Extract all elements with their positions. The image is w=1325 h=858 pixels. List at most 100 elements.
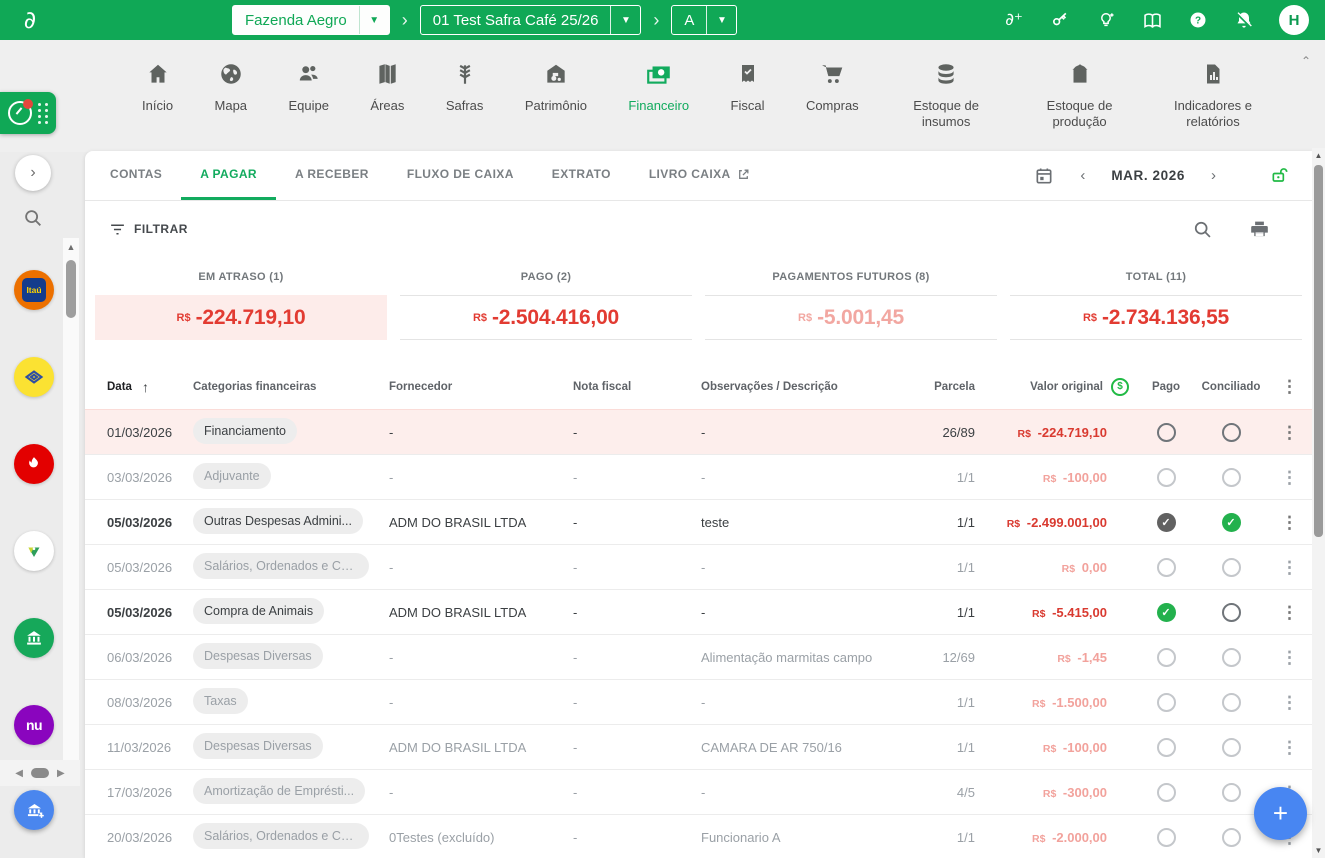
paid-toggle[interactable] <box>1156 782 1176 802</box>
nav-item-compras[interactable]: Compras <box>806 56 859 129</box>
table-row[interactable]: 05/03/2026 Outras Despesas Admini... ADM… <box>85 499 1312 544</box>
header-categorias[interactable]: Categorias financeiras <box>193 381 389 393</box>
nav-item-patrimonio[interactable]: Patrimônio <box>525 56 587 129</box>
header-fornecedor[interactable]: Fornecedor <box>389 381 573 393</box>
season-selector[interactable]: 01 Test Safra Café 25/26 ▼ <box>419 5 642 35</box>
row-kebab-icon[interactable]: ⋮ <box>1267 604 1312 621</box>
banco-do-brasil-icon[interactable] <box>14 357 54 397</box>
filter-button[interactable]: FILTRAR <box>109 221 188 238</box>
header-parcela[interactable]: Parcela <box>923 381 987 393</box>
category-chip[interactable]: Outras Despesas Admini... <box>193 507 363 534</box>
rail-search-icon[interactable] <box>22 207 44 229</box>
paid-toggle[interactable]: ✓ <box>1156 512 1176 532</box>
nav-item-financeiro[interactable]: Financeiro <box>628 56 689 129</box>
paid-toggle[interactable] <box>1156 422 1176 442</box>
table-row[interactable]: 01/03/2026 Financiamento - - - 26/89 R$ … <box>85 409 1312 454</box>
header-kebab-icon[interactable]: ⋮ <box>1267 378 1312 395</box>
avatar[interactable]: H <box>1279 5 1309 35</box>
season-caret-icon[interactable]: ▼ <box>610 6 640 34</box>
rail-expand-button[interactable]: › <box>15 155 51 191</box>
scroll-up-icon[interactable]: ▲ <box>1312 151 1325 160</box>
paid-toggle[interactable] <box>1156 827 1176 847</box>
reconciled-toggle[interactable] <box>1221 557 1241 577</box>
rail-scrollbar[interactable]: ▲ ▼ <box>63 238 79 786</box>
tab-extrato[interactable]: EXTRATO <box>533 151 630 200</box>
nubank-icon[interactable]: nu <box>14 705 54 745</box>
reconciled-toggle[interactable] <box>1221 602 1241 622</box>
nav-item-mapa[interactable]: Mapa <box>215 56 247 129</box>
unlock-period-icon[interactable] <box>1270 166 1290 186</box>
nav-item-estoque-insumos[interactable]: Estoque de insumos <box>900 56 992 129</box>
row-kebab-icon[interactable]: ⋮ <box>1267 469 1312 486</box>
itau-bank-icon[interactable]: Itaú <box>14 270 54 310</box>
reconciled-toggle[interactable] <box>1221 422 1241 442</box>
calendar-icon[interactable] <box>1034 166 1054 186</box>
table-row[interactable]: 20/03/2026 Salários, Ordenados e Co... 0… <box>85 814 1312 858</box>
table-row[interactable]: 08/03/2026 Taxas - - - 1/1 R$ -1.500,00 … <box>85 679 1312 724</box>
farm-caret-icon[interactable]: ▼ <box>358 6 389 34</box>
table-row[interactable]: 03/03/2026 Adjuvante - - - 1/1 R$ -100,0… <box>85 454 1312 499</box>
idea-bulb-icon[interactable] <box>1095 9 1117 31</box>
header-nota-fiscal[interactable]: Nota fiscal <box>573 381 701 393</box>
sort-asc-icon[interactable]: ↑ <box>142 379 149 395</box>
scroll-right-icon[interactable]: ▶ <box>57 768 65 779</box>
rail-horizontal-scrollbar[interactable]: ◀ ▶ <box>0 760 80 786</box>
row-kebab-icon[interactable]: ⋮ <box>1267 649 1312 666</box>
main-scroll-thumb[interactable] <box>1314 165 1323 537</box>
santander-bank-icon[interactable] <box>14 444 54 484</box>
row-kebab-icon[interactable]: ⋮ <box>1267 514 1312 531</box>
tab-livro-caixa[interactable]: LIVRO CAIXA <box>630 151 769 200</box>
tab-a-pagar[interactable]: A PAGAR <box>181 151 276 200</box>
paid-toggle[interactable] <box>1156 467 1176 487</box>
table-row[interactable]: 17/03/2026 Amortização de Emprésti... - … <box>85 769 1312 814</box>
row-kebab-icon[interactable]: ⋮ <box>1267 739 1312 756</box>
paid-toggle[interactable] <box>1156 737 1176 757</box>
row-kebab-icon[interactable]: ⋮ <box>1267 694 1312 711</box>
nav-item-equipe[interactable]: Equipe <box>288 56 329 129</box>
scroll-left-icon[interactable]: ◀ <box>15 768 23 779</box>
referral-aegro-plus-icon[interactable]: ∂⁺ <box>1003 9 1025 31</box>
help-icon[interactable]: ? <box>1187 9 1209 31</box>
print-icon[interactable] <box>1249 219 1270 240</box>
category-chip[interactable]: Financiamento <box>193 417 297 444</box>
bank-add-icon[interactable] <box>14 790 54 830</box>
category-chip[interactable]: Despesas Diversas <box>193 732 323 759</box>
category-chip[interactable]: Amortização de Emprésti... <box>193 777 366 804</box>
reconciled-toggle[interactable] <box>1221 827 1241 847</box>
scroll-down-icon[interactable]: ▼ <box>1312 846 1325 855</box>
header-valor-original[interactable]: Valor original $ <box>987 377 1137 396</box>
search-icon[interactable] <box>1192 219 1213 240</box>
add-entry-fab[interactable]: + <box>1254 787 1307 840</box>
paid-toggle[interactable] <box>1156 557 1176 577</box>
reconciled-toggle[interactable] <box>1221 737 1241 757</box>
extension-widget[interactable] <box>0 92 56 134</box>
row-kebab-icon[interactable]: ⋮ <box>1267 424 1312 441</box>
tab-fluxo-de-caixa[interactable]: FLUXO DE CAIXA <box>388 151 533 200</box>
reconciled-toggle[interactable]: ✓ <box>1221 512 1241 532</box>
row-kebab-icon[interactable]: ⋮ <box>1267 559 1312 576</box>
summary-pagamentos-futuros[interactable]: PAGAMENTOS FUTUROS (8) R$ -5.001,45 <box>705 271 997 340</box>
summary-total[interactable]: TOTAL (11) R$ -2.734.136,55 <box>1010 271 1302 340</box>
field-selector[interactable]: A ▼ <box>671 5 738 35</box>
nav-item-inicio[interactable]: Início <box>142 56 173 129</box>
nav-item-estoque-producao[interactable]: Estoque de produção <box>1034 56 1126 129</box>
header-pago[interactable]: Pago <box>1137 381 1195 393</box>
category-chip[interactable]: Compra de Animais <box>193 597 325 624</box>
nav-item-areas[interactable]: Áreas <box>370 56 404 129</box>
table-row[interactable]: 05/03/2026 Salários, Ordenados e Co... -… <box>85 544 1312 589</box>
category-chip[interactable]: Salários, Ordenados e Co... <box>193 822 369 849</box>
table-row[interactable]: 05/03/2026 Compra de Animais ADM DO BRAS… <box>85 589 1312 634</box>
nav-item-safras[interactable]: Safras <box>446 56 483 129</box>
key-icon[interactable] <box>1049 9 1071 31</box>
category-chip[interactable]: Taxas <box>193 687 248 714</box>
summary-em-atraso[interactable]: EM ATRASO (1) R$ -224.719,10 <box>95 271 387 340</box>
tab-contas[interactable]: CONTAS <box>91 151 181 200</box>
scroll-up-icon[interactable]: ▲ <box>63 242 79 252</box>
paid-toggle[interactable] <box>1156 692 1176 712</box>
field-caret-icon[interactable]: ▼ <box>706 6 736 34</box>
nav-item-indicadores[interactable]: Indicadores e relatórios <box>1167 56 1259 129</box>
main-scrollbar[interactable]: ▲ ▼ <box>1312 148 1325 858</box>
collapse-nav-icon[interactable]: ⌃ <box>1301 54 1311 68</box>
reconciled-toggle[interactable] <box>1221 467 1241 487</box>
prev-month-icon[interactable]: ‹ <box>1054 167 1111 184</box>
